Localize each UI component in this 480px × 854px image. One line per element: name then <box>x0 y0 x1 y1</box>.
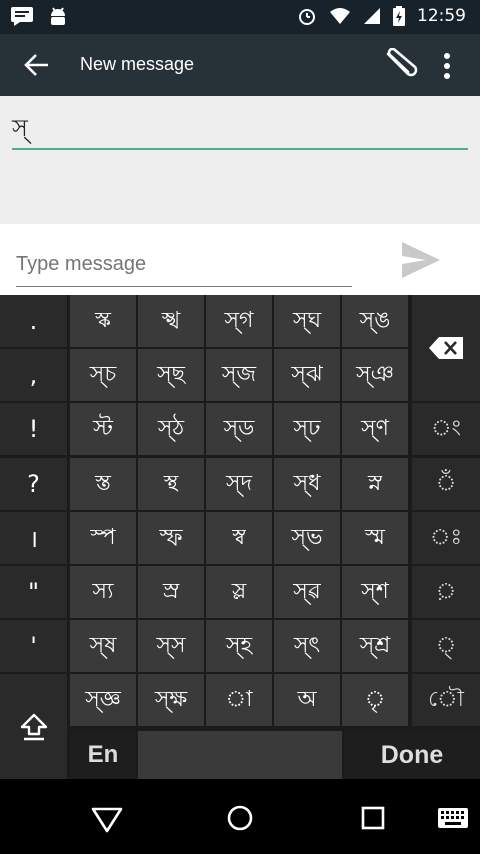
keyboard-switch-icon[interactable] <box>436 801 470 835</box>
done-key[interactable]: Done <box>344 731 480 779</box>
battery-icon <box>393 6 405 26</box>
conjunct-key[interactable]: স্শ <box>342 566 408 618</box>
recipient-area: স্ <box>0 96 480 224</box>
conjunct-key[interactable]: স্শ্র <box>342 620 408 672</box>
conjunct-key[interactable]: া <box>206 674 272 726</box>
vowel-sign-key[interactable]: ় <box>412 566 480 618</box>
vowel-sign-label: ঁ <box>435 470 457 496</box>
conjunct-key[interactable]: স্জ <box>206 349 272 401</box>
conjunct-key[interactable]: স্দ <box>206 458 272 510</box>
conjunct-key[interactable]: স্প <box>70 512 136 564</box>
conjunct-key[interactable]: স্গ <box>206 295 272 347</box>
bengali-keyboard: .,!? । " ' স্ক স্খ স্গ স্ঘ স্ঙ স্চ স্ছ স্জ স্ঝ স্ঞ স্ট… <box>0 295 480 779</box>
back-arrow-icon[interactable] <box>22 50 52 80</box>
home-nav-icon[interactable] <box>223 801 257 835</box>
conjunct-key[interactable]: স্ভ <box>274 512 340 564</box>
conjunct-key[interactable]: স্ঘ <box>274 295 340 347</box>
conjunct-key[interactable]: স্ৎ <box>274 620 340 672</box>
conjunct-key[interactable]: স্ন <box>342 458 408 510</box>
conjunct-key[interactable]: স্ঞ <box>342 349 408 401</box>
conjunct-key[interactable]: স্ক্ষ <box>138 674 204 726</box>
conjunct-key[interactable]: স্ফ <box>138 512 204 564</box>
recipient-field[interactable]: স্ <box>12 110 468 150</box>
vowel-sign-label: ং <box>430 415 462 441</box>
message-input[interactable] <box>16 242 352 287</box>
recents-nav-icon[interactable] <box>356 801 390 835</box>
page-title: New message <box>80 54 195 74</box>
attach-icon[interactable] <box>380 48 418 82</box>
vowel-sign-label: ৌ <box>428 686 464 712</box>
app-bar: New message <box>0 34 480 96</box>
conjunct-key[interactable]: স্ট <box>70 403 136 455</box>
conjunct-key[interactable]: স্য <box>70 566 136 618</box>
vowel-sign-key[interactable]: ্ <box>412 620 480 672</box>
vowel-sign-key[interactable]: ঁ <box>412 458 480 510</box>
conjunct-key[interactable]: স্ল <box>206 566 272 618</box>
conjunct-key[interactable]: স্ব <box>206 512 272 564</box>
vowel-sign-label: ঃ <box>429 524 463 550</box>
punct-key[interactable]: ! <box>0 403 67 455</box>
shift-key[interactable] <box>0 674 67 779</box>
send-icon[interactable] <box>400 240 442 280</box>
conjunct-key[interactable]: স্র <box>138 566 204 618</box>
conjunct-key[interactable]: স্খ <box>138 295 204 347</box>
alarm-icon <box>299 9 315 25</box>
conjunct-key[interactable]: স্হ <box>206 620 272 672</box>
conjunct-key[interactable]: স্ম <box>342 512 408 564</box>
conjunct-key[interactable]: স্ক <box>70 295 136 347</box>
conjunct-key[interactable]: স্ৱ <box>274 566 340 618</box>
punct-key[interactable]: . <box>0 295 67 347</box>
vowel-sign-key[interactable]: ং <box>412 403 480 455</box>
vowel-sign-key[interactable]: ৌ <box>412 674 480 726</box>
back-nav-icon[interactable] <box>90 801 124 835</box>
status-time: 12:59 <box>417 6 466 26</box>
conjunct-key[interactable]: স্ঙ <box>342 295 408 347</box>
conjunct-key[interactable]: স্চ <box>70 349 136 401</box>
punct-key[interactable]: ? <box>0 458 67 510</box>
conjunct-key[interactable]: অ <box>274 674 340 726</box>
punct-key[interactable]: । <box>0 512 67 564</box>
backspace-icon <box>429 337 463 359</box>
vowel-sign-label: ় <box>435 578 457 604</box>
more-options-icon[interactable] <box>440 52 454 80</box>
android-debug-icon <box>51 7 65 25</box>
punct-key[interactable]: ' <box>0 620 67 672</box>
status-bar: 12:59 <box>0 0 480 34</box>
conjunct-key[interactable]: স্ঢ <box>274 403 340 455</box>
backspace-key[interactable] <box>412 295 480 401</box>
shift-icon <box>20 713 47 740</box>
conjunct-key[interactable]: স্ঝ <box>274 349 340 401</box>
compose-bar <box>0 224 480 295</box>
vowel-sign-label: ্ <box>435 632 457 658</box>
punct-key[interactable]: , <box>0 349 67 401</box>
message-notification-icon <box>11 7 33 26</box>
conjunct-key[interactable]: স্ধ <box>274 458 340 510</box>
conjunct-key[interactable]: স্ষ <box>70 620 136 672</box>
conjunct-key[interactable]: স্ছ <box>138 349 204 401</box>
conjunct-key[interactable]: ৃ <box>342 674 408 726</box>
conjunct-key[interactable]: স্ঠ <box>138 403 204 455</box>
signal-icon <box>364 8 380 24</box>
wifi-icon <box>330 8 350 24</box>
vowel-sign-key[interactable]: ঃ <box>412 512 480 564</box>
navigation-bar <box>0 779 480 854</box>
language-switch-key[interactable]: En <box>70 731 136 779</box>
space-key[interactable] <box>138 731 342 779</box>
conjunct-key[interactable]: স্ড <box>206 403 272 455</box>
conjunct-key[interactable]: স্জ্ঞ <box>70 674 136 726</box>
conjunct-key[interactable]: স্স <box>138 620 204 672</box>
conjunct-key[interactable]: স্ত <box>70 458 136 510</box>
conjunct-key[interactable]: স্ণ <box>342 403 408 455</box>
conjunct-key[interactable]: স্থ <box>138 458 204 510</box>
punct-key[interactable]: " <box>0 566 67 618</box>
